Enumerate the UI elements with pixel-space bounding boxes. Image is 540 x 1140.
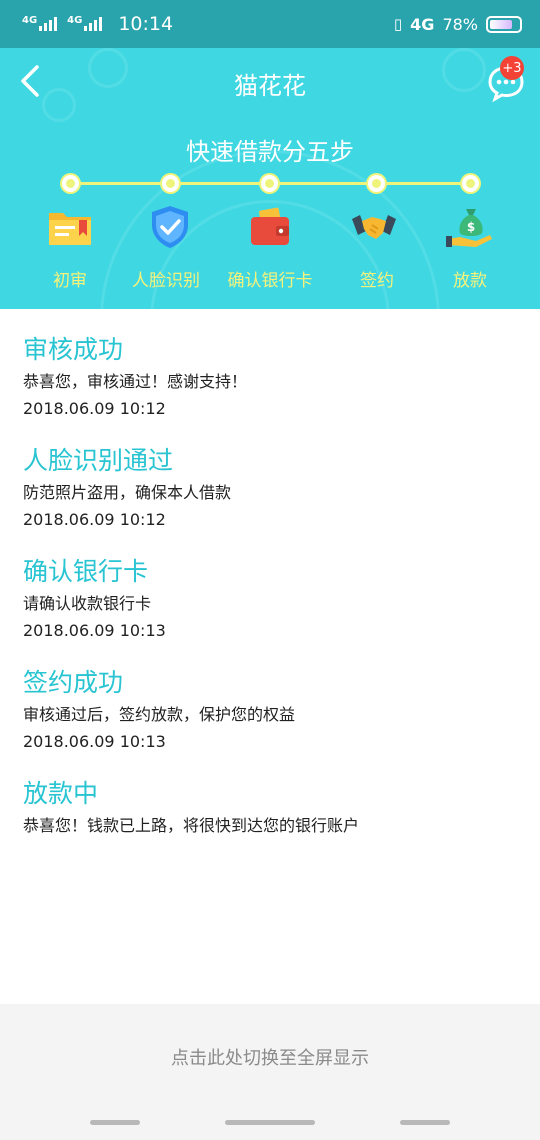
sim2-signal: 4G (67, 14, 103, 31)
status-bar: 4G 4G 10:14 ▯ 4G 78% (0, 0, 540, 48)
timeline-item-title: 放款中 (23, 779, 99, 808)
signal-icon (39, 17, 58, 31)
timeline-item-time: 2018.06.09 10:13 (23, 621, 166, 640)
sim1-network-label: 4G (22, 14, 38, 26)
shield-check-icon (152, 206, 188, 248)
svg-text:$: $ (467, 220, 475, 234)
message-count-badge: +3 (500, 56, 524, 80)
handshake-icon (352, 215, 396, 239)
timeline-item-desc: 恭喜您！钱款已上路，将很快到达您的银行账户 (23, 816, 360, 835)
step-label-review: 初审 (53, 271, 87, 291)
fullscreen-toggle-link[interactable]: 点击此处切换至全屏显示 (0, 1044, 540, 1070)
folder-icon (49, 213, 91, 245)
step-label-disburse: 放款 (453, 271, 487, 291)
step-dot (162, 175, 179, 192)
step-dot (62, 175, 79, 192)
timeline-item: 放款中 恭喜您！钱款已上路，将很快到达您的银行账户 (23, 778, 523, 889)
timeline-item-time: 2018.06.09 10:13 (23, 732, 166, 751)
footer-panel: 点击此处切换至全屏显示 (0, 1004, 540, 1140)
navigation-bar: 猫花花 +3 (0, 48, 540, 114)
nav-gesture-bar[interactable] (225, 1120, 315, 1125)
battery-percent: 78% (442, 14, 478, 34)
step-label-face: 人脸识别 (132, 271, 200, 291)
network-type: 4G (410, 14, 435, 34)
battery-level (490, 19, 512, 29)
sim1-signal: 4G (22, 14, 58, 31)
timeline-item-title: 确认银行卡 (23, 557, 149, 586)
nav-gesture-bar[interactable] (90, 1120, 140, 1125)
vibrate-icon: ▯ (393, 15, 403, 33)
timeline-item-desc: 防范照片盗用，确保本人借款 (23, 483, 232, 502)
progress-timeline: 审核成功 恭喜您，审核通过！感谢支持！ 2018.06.09 10:12 人脸识… (23, 334, 523, 889)
step-dot (261, 175, 278, 192)
timeline-item-title: 审核成功 (23, 335, 124, 364)
timeline-item-title: 人脸识别通过 (23, 446, 174, 475)
timeline-item-title: 签约成功 (23, 668, 124, 697)
money-bag-icon: $ (446, 209, 492, 247)
timeline-item-time: 2018.06.09 10:12 (23, 399, 166, 418)
timeline-item-time: 2018.06.09 10:12 (23, 510, 166, 529)
status-time: 10:14 (118, 13, 174, 35)
page-title: 猫花花 (234, 72, 306, 100)
wallet-icon (251, 207, 289, 245)
nav-gesture-bar[interactable] (400, 1120, 450, 1125)
sim2-network-label: 4G (67, 14, 83, 26)
step-dot (462, 175, 479, 192)
timeline-item-desc: 审核通过后，签约放款，保护您的权益 (23, 705, 296, 724)
timeline-item-desc: 请确认收款银行卡 (23, 594, 152, 613)
battery-icon (486, 15, 522, 33)
step-label-bankcard: 确认银行卡 (227, 271, 313, 291)
timeline-item: 签约成功 审核通过后，签约放款，保护您的权益 2018.06.09 10:13 (23, 667, 523, 778)
timeline-item: 人脸识别通过 防范照片盗用，确保本人借款 2018.06.09 10:12 (23, 445, 523, 556)
timeline-item-desc: 恭喜您，审核通过！感谢支持！ (23, 372, 248, 391)
signal-icon (84, 17, 103, 31)
step-dot (368, 175, 385, 192)
step-label-sign: 签约 (360, 271, 394, 291)
timeline-item: 审核成功 恭喜您，审核通过！感谢支持！ 2018.06.09 10:12 (23, 334, 523, 445)
timeline-item: 确认银行卡 请确认收款银行卡 2018.06.09 10:13 (23, 556, 523, 667)
steps-title: 快速借款分五步 (186, 138, 354, 166)
